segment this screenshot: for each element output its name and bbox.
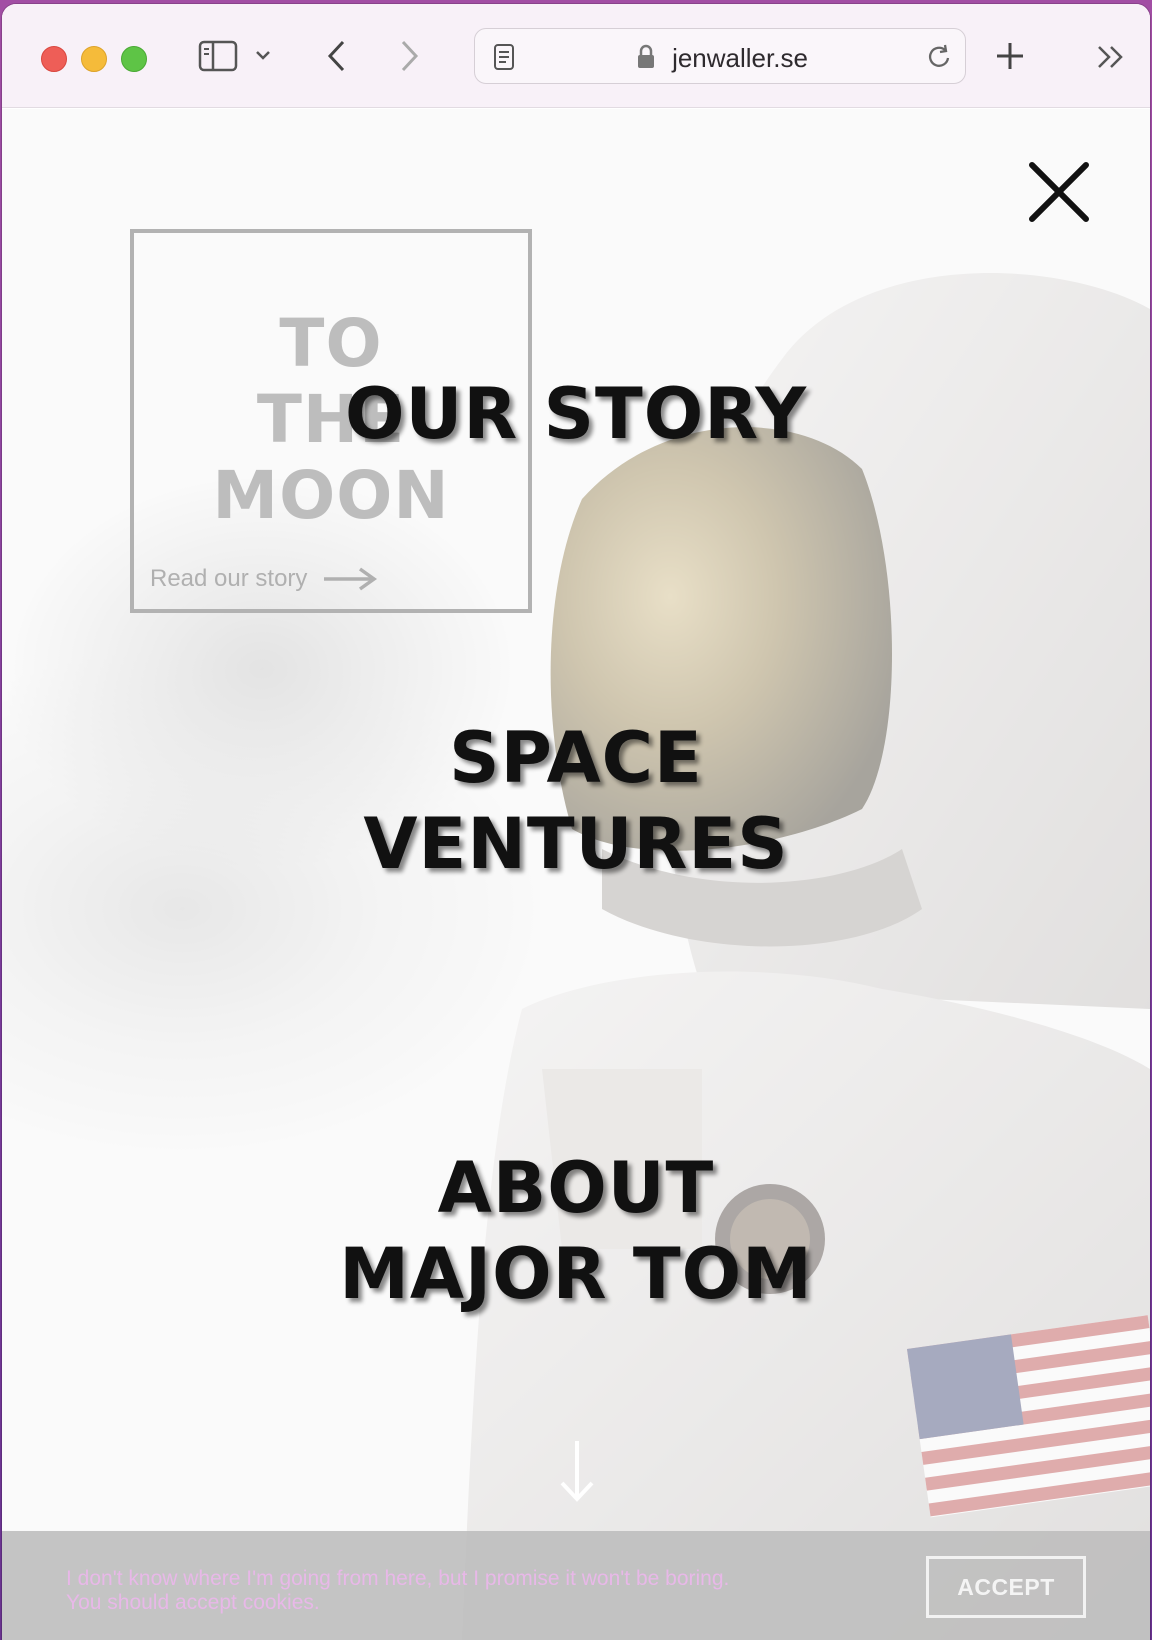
browser-toolbar: jenwaller.se xyxy=(2,4,1150,108)
browser-window: jenwaller.se TO THE MOON Read our story … xyxy=(2,4,1150,1640)
close-window-button[interactable] xyxy=(41,46,67,72)
menu-item-our-story[interactable]: OUR STORY xyxy=(2,371,1150,457)
minimize-window-button[interactable] xyxy=(81,46,107,72)
close-icon[interactable] xyxy=(1026,159,1092,225)
menu-item-about-major-tom[interactable]: ABOUT MAJOR TOM xyxy=(2,1145,1150,1317)
cookie-message: I don't know where I'm going from here, … xyxy=(66,1567,730,1614)
address-bar[interactable]: jenwaller.se xyxy=(474,28,966,84)
hero-title-line: MOON xyxy=(212,457,450,534)
menu-item-label: MAJOR TOM xyxy=(339,1233,813,1315)
accept-cookies-button[interactable]: ACCEPT xyxy=(926,1556,1086,1618)
chevron-down-icon[interactable] xyxy=(252,44,274,66)
arrow-right-icon xyxy=(324,567,378,591)
menu-item-label: ABOUT xyxy=(437,1147,715,1229)
page-content: TO THE MOON Read our story OUR STORY SPA… xyxy=(2,109,1150,1640)
back-icon[interactable] xyxy=(324,38,350,74)
more-icon[interactable] xyxy=(1096,44,1126,70)
forward-icon[interactable] xyxy=(396,38,422,74)
read-story-link[interactable]: Read our story xyxy=(150,565,307,593)
menu-item-label: VENTURES xyxy=(363,803,789,885)
new-tab-icon[interactable] xyxy=(994,40,1026,72)
menu-item-label: SPACE xyxy=(449,717,703,799)
menu-item-space-ventures[interactable]: SPACE VENTURES xyxy=(2,715,1150,887)
sidebar-icon[interactable] xyxy=(198,40,238,72)
menu-item-label: OUR STORY xyxy=(344,373,808,455)
maximize-window-button[interactable] xyxy=(121,46,147,72)
arrow-down-icon[interactable] xyxy=(558,1439,596,1505)
reload-icon[interactable] xyxy=(927,43,953,71)
cookie-banner: I don't know where I'm going from here, … xyxy=(2,1531,1150,1640)
url-text: jenwaller.se xyxy=(672,43,808,73)
